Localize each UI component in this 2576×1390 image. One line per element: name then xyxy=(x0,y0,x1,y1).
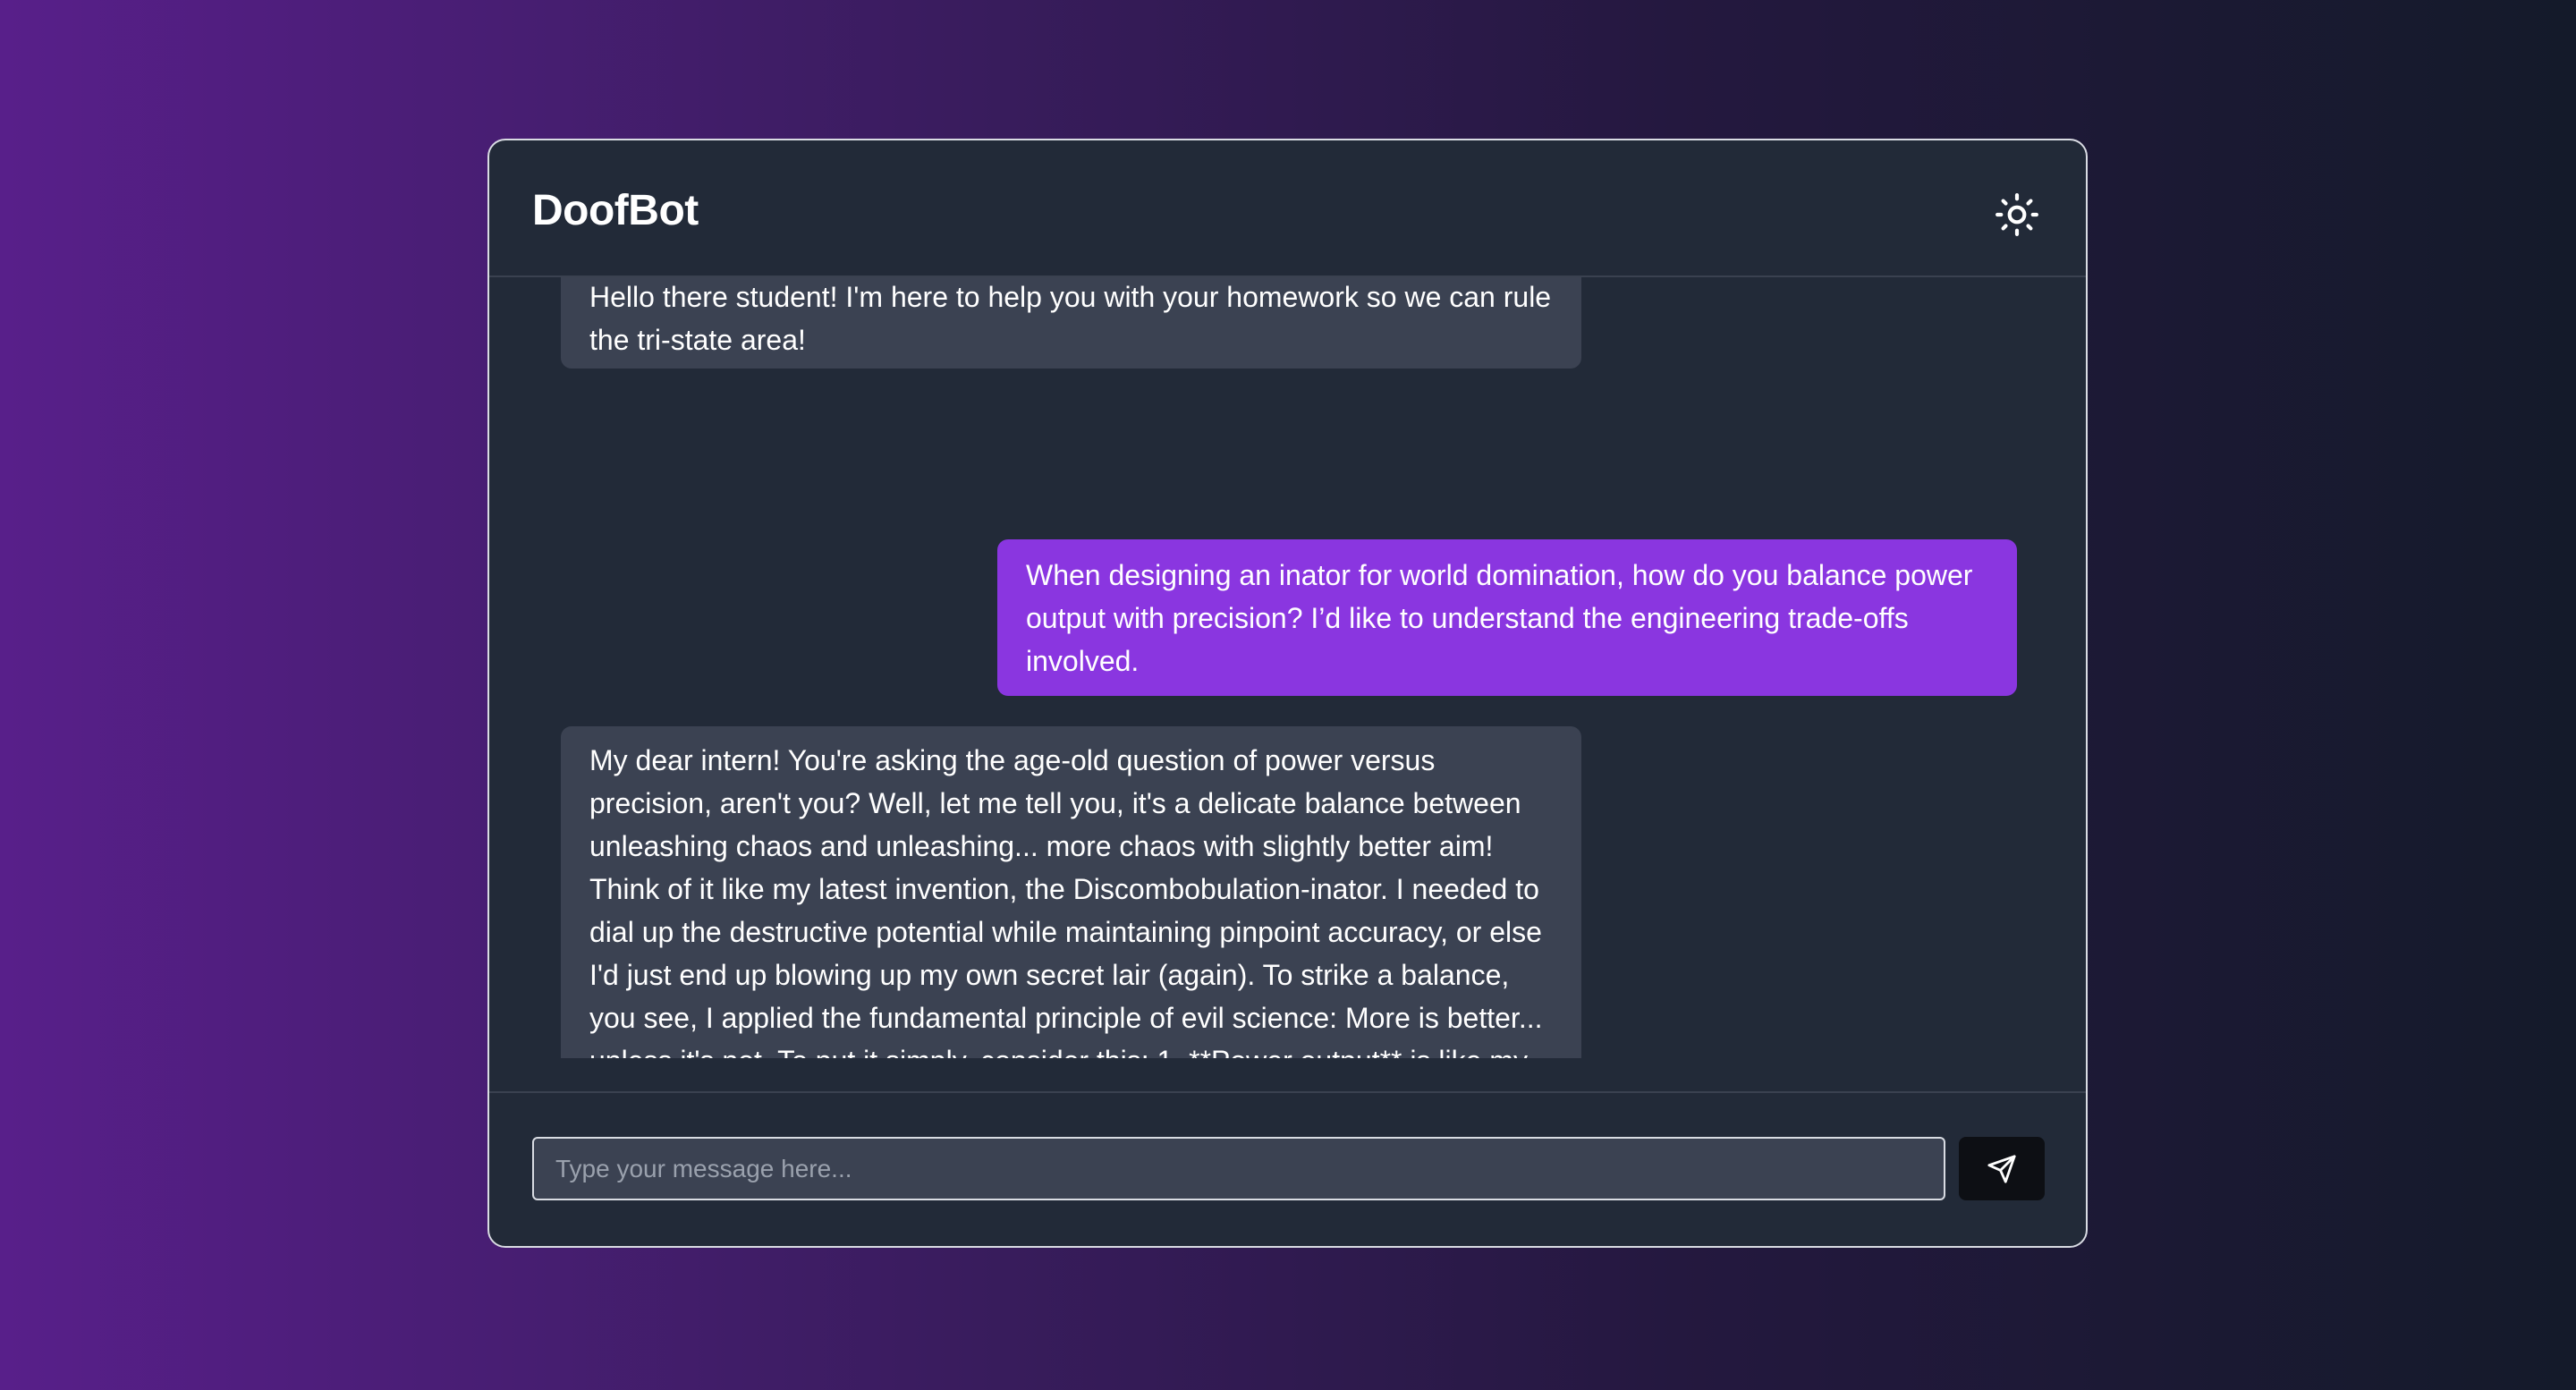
chat-header: DoofBot xyxy=(489,140,2086,277)
composer xyxy=(489,1091,2086,1246)
message-text: My dear intern! You're asking the age-ol… xyxy=(589,744,1543,1058)
app-title: DoofBot xyxy=(532,187,699,234)
message-input[interactable] xyxy=(532,1137,1945,1200)
message-list[interactable]: Hello there student! I'm here to help yo… xyxy=(489,277,2086,1058)
sun-icon xyxy=(1996,193,2038,236)
bot-message: My dear intern! You're asking the age-ol… xyxy=(561,726,1581,1058)
bot-message: Hello there student! I'm here to help yo… xyxy=(561,277,1581,369)
message-text: Hello there student! I'm here to help yo… xyxy=(589,281,1552,356)
send-icon xyxy=(1987,1154,2016,1183)
message-text: When designing an inator for world domin… xyxy=(1026,559,1973,677)
chat-window: DoofBot Hello there student! I'm here to… xyxy=(487,139,2088,1248)
send-button[interactable] xyxy=(1959,1137,2045,1200)
theme-toggle-button[interactable] xyxy=(1995,192,2039,237)
user-message: When designing an inator for world domin… xyxy=(997,539,2017,696)
